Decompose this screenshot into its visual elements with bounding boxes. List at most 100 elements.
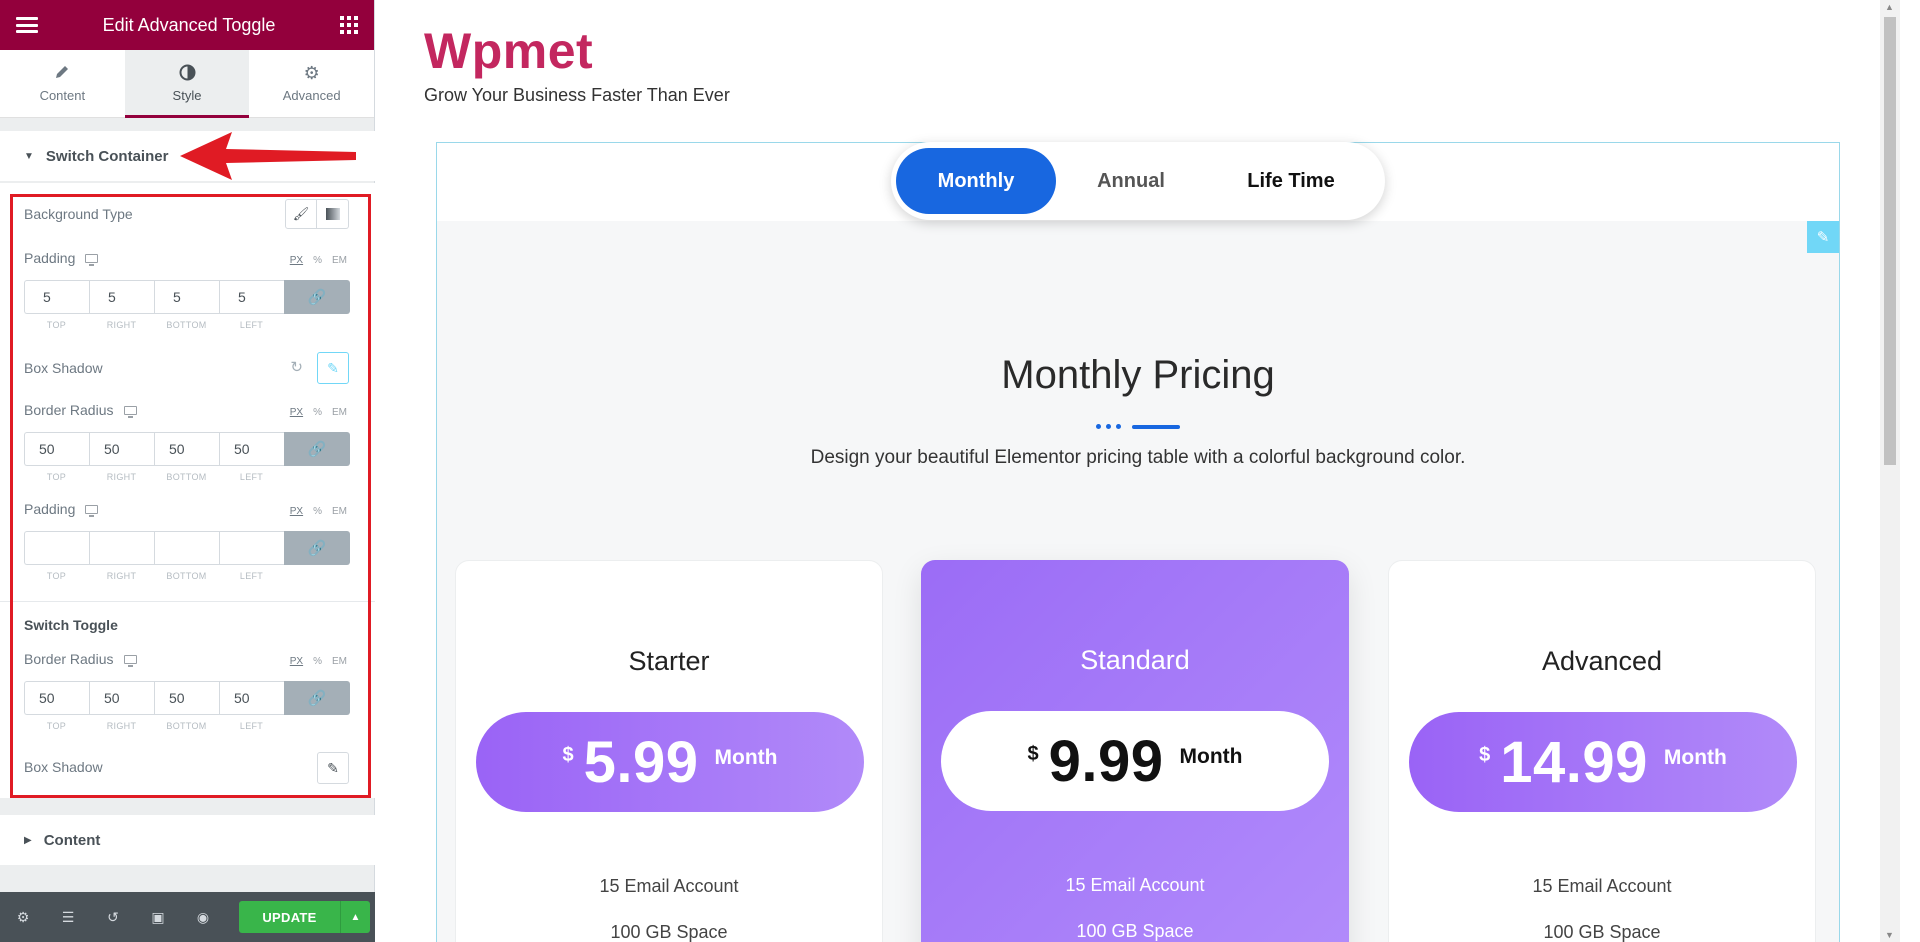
sublabel-bottom: BOTTOM	[166, 472, 207, 482]
link-icon[interactable]: 🔗	[284, 432, 350, 466]
currency: $	[562, 744, 574, 766]
editor-panel: Edit Advanced Toggle Content Style ⚙ Adv…	[0, 0, 375, 942]
vertical-scrollbar[interactable]: ▲ ▼	[1880, 0, 1900, 942]
scroll-down-icon[interactable]: ▼	[1885, 930, 1894, 940]
border-radius-inputs: 50 50 50 50 🔗	[24, 432, 350, 466]
preview-eye-icon[interactable]: ◉	[192, 909, 214, 926]
unit-px[interactable]: PX	[290, 506, 303, 517]
padding-inputs: 🔗	[24, 531, 350, 565]
contrast-icon	[179, 64, 196, 82]
unit-em[interactable]: EM	[332, 656, 347, 667]
padding-right-input[interactable]: 5	[89, 280, 154, 314]
page-preview: Wpmet Grow Your Business Faster Than Eve…	[376, 0, 1900, 942]
scroll-up-icon[interactable]: ▲	[1885, 2, 1894, 12]
price: 9.99	[1048, 728, 1164, 794]
switch-toggle-heading: Switch Toggle	[24, 617, 118, 633]
link-icon[interactable]: 🔗	[284, 681, 350, 715]
feature-item: 15 Email Account	[599, 876, 739, 896]
radius-bottom-input[interactable]: 50	[154, 681, 219, 715]
padding-label: Padding	[24, 501, 99, 517]
tab-style[interactable]: Style	[124, 50, 250, 118]
brush-icon[interactable]: 🖌	[285, 199, 317, 229]
period: Month	[1663, 746, 1727, 769]
unit-px[interactable]: PX	[290, 255, 303, 266]
sublabel-left: LEFT	[239, 571, 264, 581]
padding-right-input[interactable]	[89, 531, 154, 565]
padding-left-input[interactable]: 5	[219, 280, 284, 314]
padding-bottom-input[interactable]	[154, 531, 219, 565]
feature-item: 15 Email Account	[1532, 876, 1672, 896]
padding-bottom-input[interactable]: 5	[154, 280, 219, 314]
radius-sublabels: TOP RIGHT BOTTOM LEFT	[24, 472, 284, 482]
responsive-icon[interactable]: ▣	[147, 909, 169, 926]
feature-item: 15 Email Account	[1065, 875, 1205, 895]
app-window: Edit Advanced Toggle Content Style ⚙ Adv…	[0, 0, 1920, 942]
pencil-edit-icon[interactable]: ✎	[317, 352, 349, 384]
pricing-card-advanced: Advanced $ 14.99 Month 15 Email Account …	[1388, 560, 1816, 942]
edit-pencil-icon[interactable]: ✎	[1807, 221, 1839, 253]
sublabel-bottom: BOTTOM	[166, 571, 207, 581]
padding-top-input[interactable]: 5	[24, 280, 89, 314]
gear-icon: ⚙	[303, 63, 320, 83]
pencil-edit-icon[interactable]: ✎	[317, 752, 349, 784]
reset-icon[interactable]: ↻	[290, 358, 303, 376]
radius-right-input[interactable]: 50	[89, 432, 154, 466]
tab-style-label: Style	[172, 88, 202, 103]
unit-px[interactable]: PX	[290, 407, 303, 418]
desktop-icon[interactable]	[85, 504, 99, 517]
unit-switcher: PX % EM	[290, 506, 347, 517]
site-title[interactable]: Wpmet	[424, 22, 593, 80]
radius-top-input[interactable]: 50	[24, 681, 89, 715]
unit-percent[interactable]: %	[313, 506, 322, 517]
radius-left-input[interactable]: 50	[219, 681, 284, 715]
plan-name: Standard	[1080, 645, 1190, 675]
tab-content[interactable]: Content	[0, 50, 125, 117]
radius-right-input[interactable]: 50	[89, 681, 154, 715]
toggle-annual[interactable]: Annual	[1056, 148, 1206, 214]
unit-em[interactable]: EM	[332, 506, 347, 517]
desktop-icon[interactable]	[85, 253, 99, 266]
radius-top-input[interactable]: 50	[24, 432, 89, 466]
panel-tabs: Content Style ⚙ Advanced	[0, 50, 374, 118]
unit-percent[interactable]: %	[313, 255, 322, 266]
unit-px[interactable]: PX	[290, 656, 303, 667]
price-pill: $ 14.99 Month	[1409, 712, 1797, 812]
update-button[interactable]: UPDATE	[239, 901, 340, 933]
hamburger-menu-icon[interactable]	[16, 17, 38, 33]
history-icon[interactable]: ↺	[102, 909, 124, 926]
padding-left-input[interactable]	[219, 531, 284, 565]
caret-right-icon: ▶	[24, 834, 32, 846]
pricing-description: Design your beautiful Elementor pricing …	[810, 447, 1466, 468]
padding-top-input[interactable]	[24, 531, 89, 565]
scrollbar-thumb[interactable]	[1884, 17, 1896, 465]
desktop-icon[interactable]	[123, 654, 137, 667]
gradient-icon[interactable]	[317, 199, 349, 229]
unit-em[interactable]: EM	[332, 407, 347, 418]
switch-container: Monthly Annual Life Time	[891, 142, 1385, 220]
sublabel-right: RIGHT	[106, 472, 137, 482]
tab-advanced[interactable]: ⚙ Advanced	[249, 50, 374, 117]
pencil-icon	[54, 64, 70, 82]
unit-percent[interactable]: %	[313, 407, 322, 418]
unit-em[interactable]: EM	[332, 255, 347, 266]
caret-up-icon[interactable]: ▲	[340, 901, 370, 933]
toggle-radius-inputs: 50 50 50 50 🔗	[24, 681, 350, 715]
unit-percent[interactable]: %	[313, 656, 322, 667]
section-content-header[interactable]: ▶ Content	[0, 815, 375, 865]
advanced-toggle-widget[interactable]: Monthly Annual Life Time ✎ Monthly Prici…	[436, 142, 1840, 942]
panel-header: Edit Advanced Toggle	[0, 0, 374, 50]
toggle-lifetime[interactable]: Life Time	[1206, 148, 1376, 214]
section-switch-container-body: Background Type 🖌 Padding PX % EM 5 5 5 …	[0, 183, 375, 798]
layers-icon[interactable]: ☰	[57, 909, 79, 926]
box-shadow-label: Box Shadow	[24, 360, 103, 376]
sublabel-right: RIGHT	[106, 571, 137, 581]
widgets-grid-icon[interactable]	[340, 16, 358, 34]
pricing-title: Monthly Pricing	[1001, 353, 1275, 397]
radius-left-input[interactable]: 50	[219, 432, 284, 466]
desktop-icon[interactable]	[123, 405, 137, 418]
radius-bottom-input[interactable]: 50	[154, 432, 219, 466]
link-icon[interactable]: 🔗	[284, 280, 350, 314]
settings-icon[interactable]: ⚙	[12, 909, 34, 926]
toggle-monthly[interactable]: Monthly	[896, 148, 1056, 214]
link-icon[interactable]: 🔗	[284, 531, 350, 565]
